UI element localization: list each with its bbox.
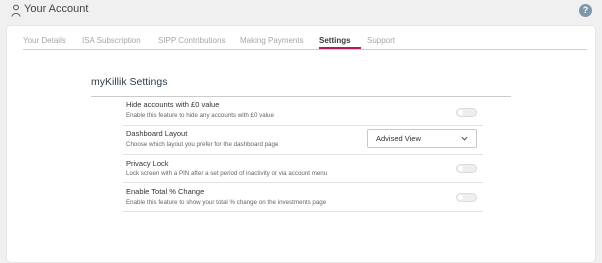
tab-bar: Your Details ISA Subscription SIPP Contr… (23, 32, 587, 50)
dashboard-layout-select[interactable]: Advised View (367, 129, 477, 148)
privacy-lock-toggle[interactable] (456, 164, 477, 173)
select-value: Advised View (376, 134, 421, 143)
tab-support[interactable]: Support (367, 36, 395, 45)
tab-making-payments[interactable]: Making Payments (240, 36, 304, 45)
settings-card: Your Details ISA Subscription SIPP Contr… (6, 25, 596, 263)
page-title: Your Account (24, 3, 89, 15)
setting-description: Enable this feature to show your total %… (126, 199, 327, 206)
active-tab-indicator (319, 47, 361, 49)
setting-label: Dashboard Layout (126, 129, 188, 138)
setting-total-change: Enable Total % Change Enable this featur… (123, 183, 483, 212)
total-change-toggle[interactable] (456, 193, 477, 202)
setting-dashboard-layout: Dashboard Layout Choose which layout you… (123, 126, 483, 155)
setting-description: Enable this feature to hide any accounts… (126, 112, 274, 119)
setting-hide-zero-accounts: Hide accounts with £0 value Enable this … (123, 100, 483, 126)
hide-zero-toggle[interactable] (456, 108, 477, 117)
tab-your-details[interactable]: Your Details (23, 36, 66, 45)
tab-sipp-contributions[interactable]: SIPP Contributions (158, 36, 225, 45)
help-icon[interactable]: ? (579, 4, 592, 17)
setting-label: Hide accounts with £0 value (126, 100, 220, 109)
section-title: myKillik Settings (91, 76, 168, 88)
chevron-down-icon (461, 136, 468, 141)
setting-description: Choose which layout you prefer for the d… (126, 141, 279, 148)
setting-label: Privacy Lock (126, 159, 169, 168)
tab-settings[interactable]: Settings (319, 36, 351, 45)
setting-privacy-lock: Privacy Lock Lock screen with a PIN afte… (123, 155, 483, 183)
section-divider (91, 96, 511, 97)
setting-description: Lock screen with a PIN after a set perio… (126, 170, 328, 177)
account-header: Your Account ? (0, 0, 602, 24)
tab-isa-subscription[interactable]: ISA Subscription (82, 36, 141, 45)
setting-label: Enable Total % Change (126, 187, 205, 196)
user-icon (11, 4, 21, 17)
